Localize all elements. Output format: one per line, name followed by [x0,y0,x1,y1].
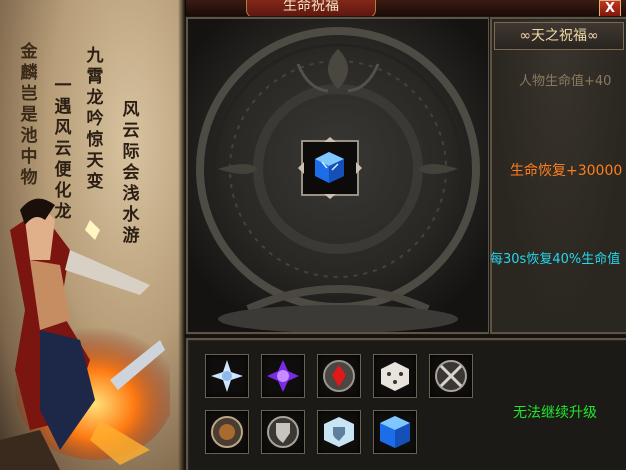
attr-periodic-heal: 每30s恢复40%生命值 [490,252,621,267]
material-slot-8[interactable] [317,410,361,454]
close-button[interactable]: X [599,0,621,18]
bronze-medallion-icon [211,416,243,448]
frost-crystal-icon [211,360,243,392]
purple-crystal-icon [267,360,299,392]
attr-hp-bonus: 人物生命值+40 [519,74,612,89]
window-title: 生命祝福 [246,0,376,18]
upgrade-status: 无法继续升级 [513,405,597,421]
blue-cube-icon [380,416,410,448]
art-panel: 风云际会浅水游 九霄龙吟惊天变 一遇风云便化龙 金麟岂是池中物 [0,0,186,470]
blue-cube-icon [315,152,344,183]
winged-shield-icon [324,417,354,447]
material-slot-1[interactable] [205,354,249,398]
crossed-swords-icon [435,360,467,392]
poem-line-2: 九霄龙吟惊天变 [86,46,104,192]
item-display-frame [186,17,490,334]
material-slot-2[interactable] [261,354,305,398]
shield-icon [267,416,299,448]
blessing-item-slot[interactable] [298,137,362,199]
material-slot-5[interactable] [429,354,473,398]
blessing-title: ∞天之祝福∞ [494,22,624,50]
poem-line-4: 金麟岂是池中物 [20,42,38,188]
red-gem-icon [323,360,355,392]
game-window: 风云际会浅水游 九霄龙吟惊天变 一遇风云便化龙 金麟岂是池中物 生命祝福 X ∞… [0,0,626,470]
material-slot-6[interactable] [205,410,249,454]
warrior-illustration [0,198,170,470]
dice-icon [381,362,409,391]
material-slot-4[interactable] [373,354,417,398]
material-slot-3[interactable] [317,354,361,398]
attr-hp-regen: 生命恢复+30000 [510,163,623,179]
material-slot-7[interactable] [261,410,305,454]
material-slot-9[interactable] [373,410,417,454]
